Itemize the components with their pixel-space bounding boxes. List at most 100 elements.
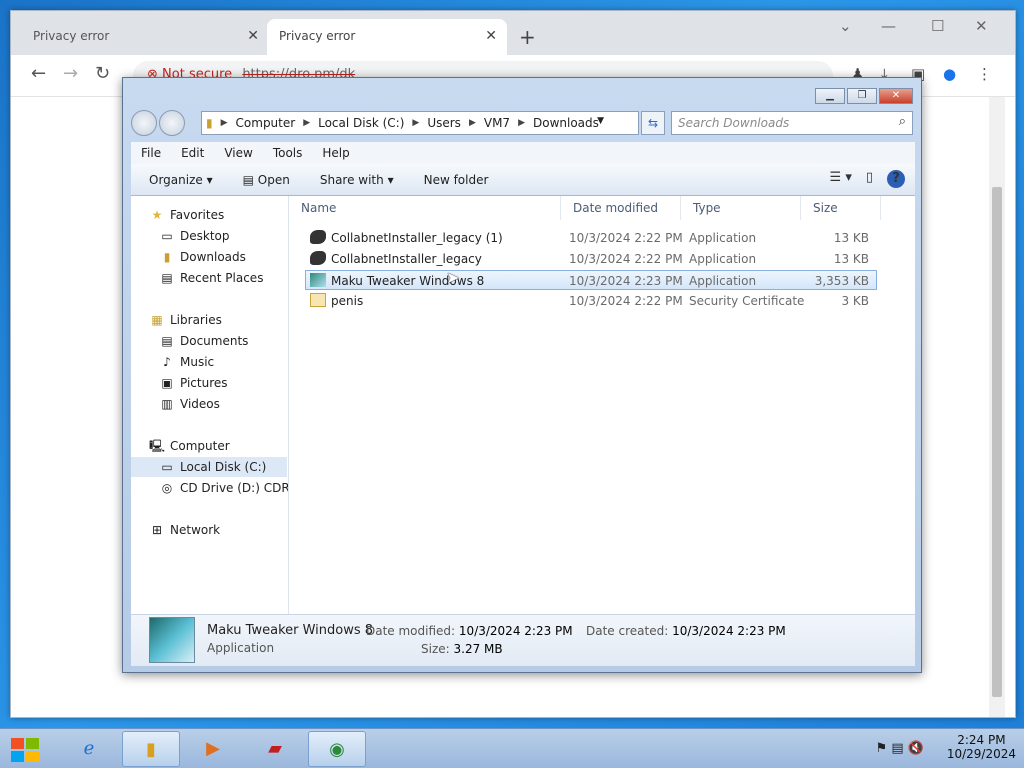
disk-icon: ▭ [161,460,173,474]
organize-button[interactable]: Organize ▾ [149,173,213,187]
menu-file[interactable]: File [141,146,161,160]
nav-documents[interactable]: ▤ Documents [159,331,248,351]
nav-recent-places[interactable]: ▤ Recent Places [159,268,263,288]
nav-libraries[interactable]: ▦ Libraries [149,310,222,330]
folder-icon: ▮ [206,116,213,130]
close-tab-icon[interactable]: ✕ [247,28,259,44]
flag-icon[interactable]: ⚑ [876,741,888,756]
toolbox-icon[interactable]: ▰ [246,731,304,767]
nav-music[interactable]: ♪ Music [159,352,214,372]
view-options-icon[interactable]: ☰ ▾ [830,170,852,188]
libraries-icon: ▦ [151,313,163,327]
details-pane: Maku Tweaker Windows 8 Application Date … [131,614,915,666]
tab-title: Privacy error [279,29,356,43]
nav-buttons [131,110,187,136]
tab-search-icon[interactable]: ⌄ [839,17,852,35]
browser-tab-bar: Privacy error ✕ Privacy error ✕ + ⌄ — ☐ … [11,11,1015,55]
computer-icon: 🖳 [149,439,166,453]
file-explorer-icon[interactable]: ▮ [122,731,180,767]
close-tab-icon[interactable]: ✕ [485,28,497,44]
new-folder-button[interactable]: New folder [424,173,489,187]
back-button[interactable] [131,110,157,136]
back-icon[interactable]: ← [31,63,46,84]
breadcrumb-item[interactable]: Computer [236,116,296,130]
details-file-type: Application [207,641,275,655]
column-date-modified[interactable]: Date modified [561,196,681,220]
file-row[interactable]: CollabnetInstaller_legacy (1) 10/3/2024 … [305,228,877,248]
profile-icon[interactable]: ● [943,65,956,83]
documents-icon: ▤ [161,334,173,348]
nav-desktop[interactable]: ▭ Desktop [159,226,229,246]
search-input[interactable]: Search Downloads ⌕ [671,111,913,135]
open-icon: ▤ [242,172,254,187]
tray-icons: ⚑ ▤ 🔇 [876,741,924,756]
nav-local-disk[interactable]: ▭ Local Disk (C:) [131,457,287,477]
details-date-modified: 10/3/2024 2:23 PM [458,624,573,638]
menu-tools[interactable]: Tools [273,146,303,160]
tab-title: Privacy error [33,29,110,43]
maku-tweaker-icon [310,273,326,287]
volume-muted-icon[interactable]: 🔇 [908,741,924,756]
share-with-button[interactable]: Share with ▾ [320,173,394,187]
file-thumbnail [149,617,195,663]
maximize-icon[interactable]: ☐ [931,17,944,35]
minimize-button[interactable]: ▁ [815,88,845,104]
column-name[interactable]: Name [289,196,561,220]
close-window-icon[interactable]: ✕ [975,17,988,35]
menu-help[interactable]: Help [322,146,349,160]
start-button[interactable] [8,735,42,765]
menu-view[interactable]: View [224,146,252,160]
dropdown-icon[interactable]: ▼ [597,116,604,126]
address-bar[interactable]: ▮ ▶ Computer ▶ Local Disk (C:) ▶ Users ▶… [201,111,639,135]
music-icon: ♪ [163,355,171,369]
media-player-icon[interactable]: ▶ [184,731,242,767]
nav-favorites[interactable]: ★ Favorites [149,205,225,225]
certificate-icon [310,293,326,307]
nav-cd-drive[interactable]: ◎CD Drive (D:) CDROM [159,478,288,498]
clock[interactable]: 2:24 PM 10/29/2024 [947,733,1016,761]
breadcrumb-item[interactable]: Downloads [533,116,599,130]
file-row-selected[interactable]: Maku Tweaker Windows 8 10/3/2024 2:23 PM… [305,270,877,290]
internet-explorer-icon[interactable]: ℯ [60,731,118,767]
file-list: Name Date modified Type Size CollabnetIn… [289,196,915,614]
chrome-icon[interactable]: ◉ [308,731,366,767]
column-type[interactable]: Type [681,196,801,220]
application-icon [310,251,326,265]
restore-button[interactable]: ❐ [847,88,877,104]
command-bar: Organize ▾ ▤ Open Share with ▾ New folde… [131,164,915,196]
clock-date: 10/29/2024 [946,747,1016,761]
nav-computer[interactable]: 🖳 Computer [149,436,230,456]
browser-tab-2[interactable]: Privacy error ✕ [267,19,507,55]
pictures-icon: ▣ [161,376,173,390]
window-controls: ▁ ❐ ✕ [813,88,913,104]
refresh-icon[interactable]: ⇆ [641,111,665,135]
nav-network[interactable]: ⊞ Network [149,520,220,540]
menu-icon[interactable]: ⋮ [977,65,992,83]
browser-scrollbar[interactable] [989,97,1005,717]
network-icon: ⊞ [151,523,163,537]
file-row[interactable]: CollabnetInstaller_legacy 10/3/2024 2:22… [305,249,877,269]
column-size[interactable]: Size [801,196,881,220]
menu-bar: File Edit View Tools Help [131,142,915,164]
browser-tab-1[interactable]: Privacy error ✕ [21,19,269,55]
reload-icon[interactable]: ↻ [95,63,110,84]
breadcrumb-item[interactable]: VM7 [484,116,510,130]
file-row[interactable]: penis 10/3/2024 2:22 PM Security Certifi… [305,291,877,311]
close-button[interactable]: ✕ [879,88,913,104]
search-placeholder: Search Downloads [678,116,790,130]
new-tab-icon[interactable]: + [519,25,536,49]
preview-pane-icon[interactable]: ▯ [866,170,873,188]
minimize-icon[interactable]: — [881,17,896,35]
nav-downloads[interactable]: ▮ Downloads [159,247,246,267]
forward-button[interactable] [159,110,185,136]
network-tray-icon[interactable]: ▤ [891,741,903,756]
nav-pictures[interactable]: ▣ Pictures [159,373,227,393]
breadcrumb-item[interactable]: Local Disk (C:) [318,116,404,130]
help-icon[interactable]: ? [887,170,905,188]
cd-drive-icon: ◎ [161,481,173,495]
nav-videos[interactable]: ▥ Videos [159,394,220,414]
open-button[interactable]: ▤ Open [243,173,290,187]
menu-edit[interactable]: Edit [181,146,204,160]
forward-icon[interactable]: → [63,63,78,84]
breadcrumb-item[interactable]: Users [427,116,461,130]
